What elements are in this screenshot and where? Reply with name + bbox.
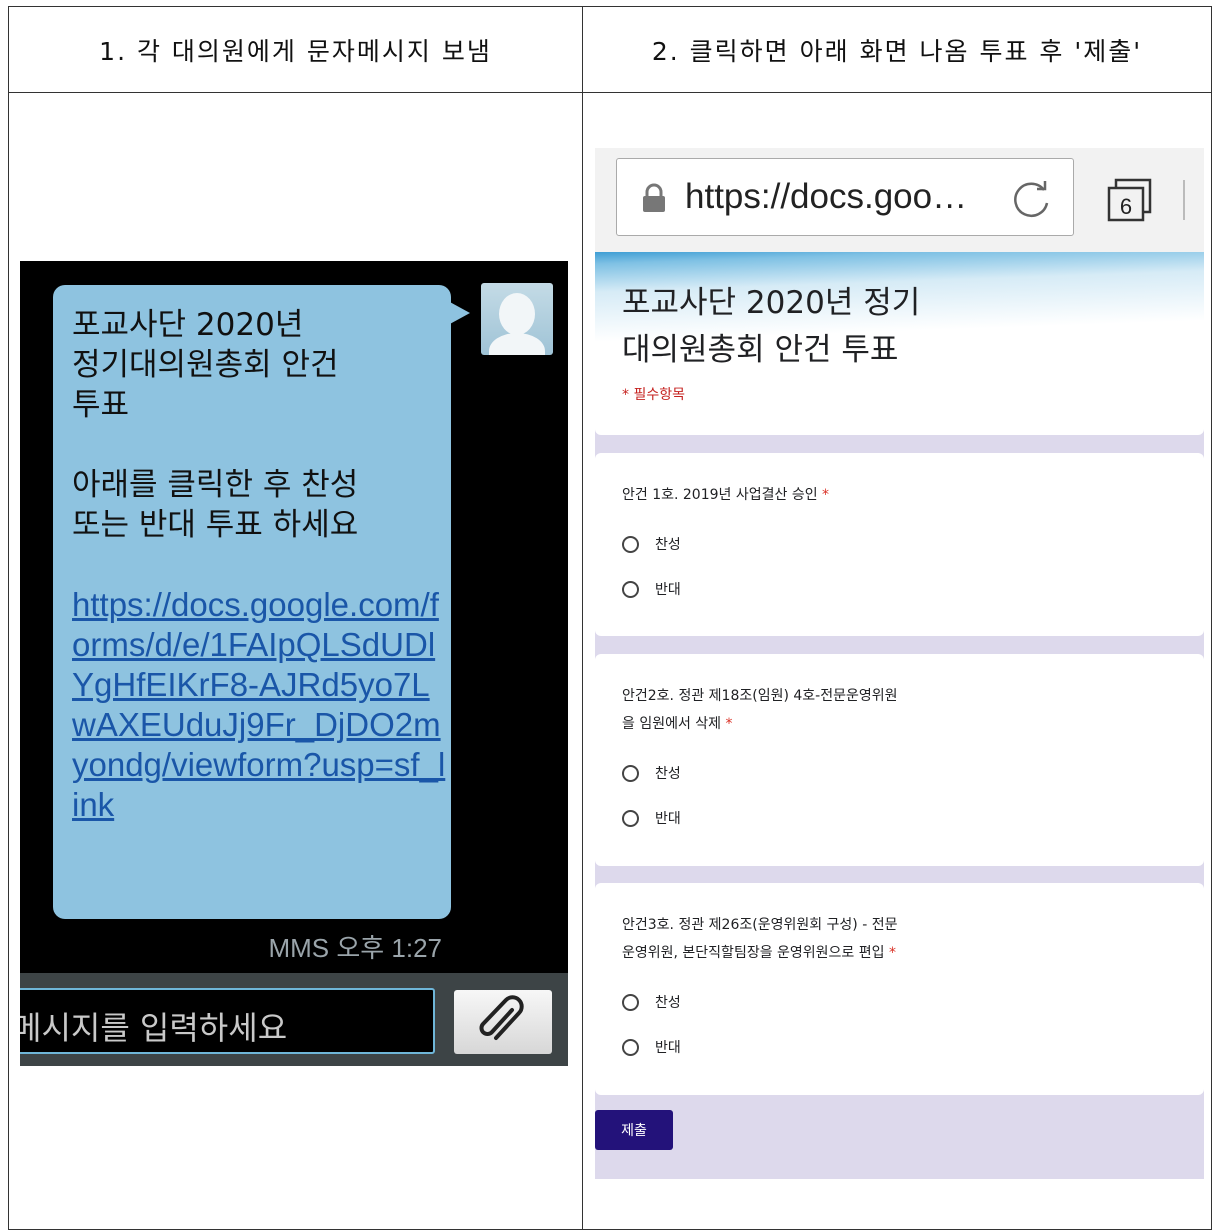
tabs-button[interactable]: 6: [1106, 178, 1154, 224]
option-label: 찬성: [655, 766, 681, 782]
header-divider: [9, 92, 1211, 93]
question-card: 안건 1호. 2019년 사업결산 승인 * 찬성 반대: [595, 453, 1204, 636]
required-star: *: [822, 487, 830, 503]
submit-button[interactable]: 제출: [595, 1110, 673, 1150]
radio-option[interactable]: 찬성: [622, 532, 681, 556]
reload-icon[interactable]: [1009, 177, 1053, 221]
contact-avatar: [481, 283, 553, 355]
option-label: 찬성: [655, 537, 681, 553]
lock-icon: [643, 183, 665, 212]
tabs-icon: 6: [1107, 178, 1152, 222]
radio-option[interactable]: 반대: [622, 806, 681, 830]
option-label: 반대: [655, 582, 681, 598]
radio-option[interactable]: 찬성: [622, 990, 681, 1014]
avatar-body-icon: [489, 333, 545, 355]
browser-toolbar: https://docs.goo… 6: [595, 148, 1204, 252]
option-label: 찬성: [655, 995, 681, 1011]
radio-button[interactable]: [622, 993, 639, 1011]
url-text: https://docs.goo…: [685, 177, 968, 216]
step1-heading: 1. 각 대의원에게 문자메시지 보냄: [99, 36, 492, 66]
radio-option[interactable]: 반대: [622, 577, 681, 601]
address-bar[interactable]: https://docs.goo…: [616, 158, 1074, 236]
sms-screenshot: 포교사단 2020년 정기대의원총회 안건 투표 아래를 클릭한 후 찬성 또는…: [20, 261, 568, 1066]
option-label: 반대: [655, 811, 681, 827]
message-input-placeholder: 메시지를 입력하세요: [20, 1009, 288, 1047]
tab-count: 6: [1120, 194, 1132, 219]
step2-heading: 2. 클릭하면 아래 화면 나옴 투표 후 '제출': [651, 36, 1143, 66]
form-title: 포교사단 2020년 정기 대의원총회 안건 투표: [622, 285, 921, 368]
form-header-card: 포교사단 2020년 정기 대의원총회 안건 투표 * 필수항목: [595, 252, 1204, 435]
radio-button[interactable]: [622, 809, 639, 827]
form-link[interactable]: https://docs.google.com/forms/d/e/1FAIpQ…: [72, 585, 452, 825]
option-label: 반대: [655, 1040, 681, 1056]
attach-button[interactable]: [454, 990, 552, 1054]
question-title: 안건2호. 정관 제18조(임원) 4호-전문운영위원 을 임원에서 삭제 *: [622, 688, 898, 732]
message-text: 포교사단 2020년 정기대의원총회 안건 투표 아래를 클릭한 후 찬성 또는…: [72, 307, 359, 543]
message-input[interactable]: 메시지를 입력하세요: [20, 988, 435, 1054]
radio-button[interactable]: [622, 764, 639, 782]
paperclip-icon: [479, 995, 524, 1040]
radio-button[interactable]: [622, 580, 639, 598]
question-title: 안건 1호. 2019년 사업결산 승인 *: [622, 487, 830, 503]
question-title: 안건3호. 정관 제26조(운영위원회 구성) - 전문 운영위원, 본단직할팀…: [622, 917, 898, 961]
form-screenshot: https://docs.goo… 6 포교사단 2020년 정기 대의원총회 …: [595, 148, 1204, 1179]
toolbar-separator: [1183, 180, 1185, 220]
message-timestamp: MMS 오후 1:27: [268, 933, 442, 963]
compose-bar: 메시지를 입력하세요: [20, 973, 568, 1066]
radio-button[interactable]: [622, 535, 639, 553]
radio-option[interactable]: 찬성: [622, 761, 681, 785]
column-divider: [582, 7, 583, 1229]
question-card: 안건2호. 정관 제18조(임원) 4호-전문운영위원 을 임원에서 삭제 * …: [595, 654, 1204, 866]
avatar-head-icon: [499, 293, 535, 335]
radio-option[interactable]: 반대: [622, 1035, 681, 1059]
required-star: *: [725, 716, 733, 732]
question-card: 안건3호. 정관 제26조(운영위원회 구성) - 전문 운영위원, 본단직할팀…: [595, 883, 1204, 1095]
required-note: * 필수항목: [622, 387, 685, 403]
radio-button[interactable]: [622, 1038, 639, 1056]
required-star: *: [888, 945, 896, 961]
